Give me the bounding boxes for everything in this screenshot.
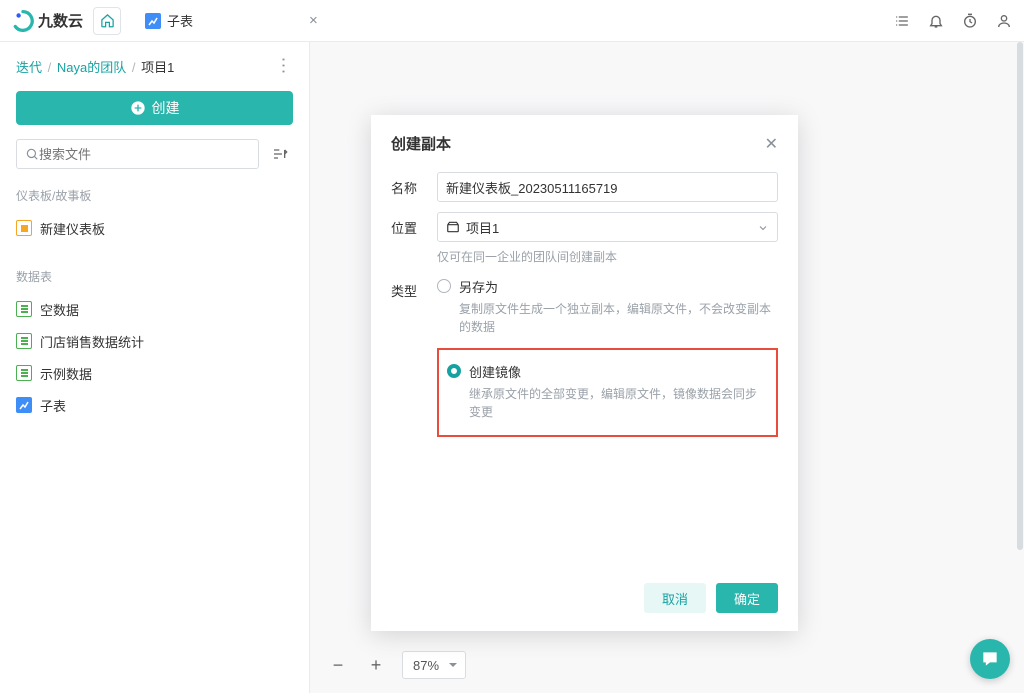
nav-item-dashboard[interactable]: 新建仪表板 — [16, 212, 293, 244]
dashboard-icon — [16, 220, 32, 236]
nav-item-table-2[interactable]: 示例数据 — [16, 357, 293, 389]
brand-text: 九数云 — [38, 10, 83, 31]
scrollbar[interactable] — [1017, 42, 1023, 693]
chart-icon — [145, 13, 161, 29]
group-tables-label: 数据表 — [16, 268, 293, 285]
ok-button[interactable]: 确定 — [716, 583, 778, 613]
option-save-as[interactable]: 另存为 复制原文件生成一个独立副本，编辑原文件，不会改变副本的数据 — [437, 275, 778, 338]
crumb-team[interactable]: Naya的团队 — [57, 60, 126, 75]
chevron-down-icon — [757, 222, 769, 234]
create-button[interactable]: 创建 — [16, 91, 293, 125]
option-mirror-highlight: 创建镜像 继承原文件的全部变更，编辑原文件，镜像数据会同步变更 — [437, 348, 778, 437]
location-help: 仅可在同一企业的团队间创建副本 — [437, 248, 778, 265]
search-input[interactable] — [39, 147, 250, 162]
nav-label: 子表 — [40, 396, 66, 415]
cancel-button[interactable]: 取消 — [644, 583, 706, 613]
name-input[interactable] — [437, 172, 778, 202]
table-icon — [16, 333, 32, 349]
location-select[interactable]: 项目1 — [437, 212, 778, 242]
breadcrumb: 迭代 / Naya的团队 / 项目1 — [16, 57, 174, 76]
tab-close-button[interactable]: × — [309, 12, 318, 29]
project-icon — [446, 220, 460, 234]
nav-label: 门店销售数据统计 — [40, 332, 144, 351]
nav-label: 示例数据 — [40, 364, 92, 383]
zoom-in-button[interactable]: + — [364, 653, 388, 677]
topbar-actions — [894, 13, 1012, 29]
group-dashboards-label: 仪表板/故事板 — [16, 187, 293, 204]
sidebar: 迭代 / Naya的团队 / 项目1 ⋯ 创建 仪表板/故事板 新建仪表板 — [0, 42, 310, 693]
zoom-select[interactable]: 87% — [402, 651, 466, 679]
brand-logo: 九数云 — [12, 10, 83, 32]
crumb-current: 项目1 — [141, 60, 174, 75]
zoom-controls: − + 87% — [326, 651, 466, 679]
chat-icon — [980, 649, 1000, 669]
search-icon — [25, 147, 39, 161]
nav-item-table-1[interactable]: 门店销售数据统计 — [16, 325, 293, 357]
create-copy-dialog: 创建副本 ✕ 名称 位置 项目1 仅可在同一企业的团队间创建副本 类型 — [371, 115, 798, 631]
chart-icon — [16, 397, 32, 413]
logo-icon — [12, 10, 34, 32]
nav-item-table-3[interactable]: 子表 — [16, 389, 293, 421]
home-icon — [100, 13, 115, 28]
sort-icon[interactable] — [267, 141, 293, 167]
zoom-value: 87% — [413, 658, 439, 673]
name-label: 名称 — [391, 172, 437, 202]
option-title: 创建镜像 — [469, 362, 768, 381]
radio-icon — [437, 279, 451, 293]
search-input-wrap[interactable] — [16, 139, 259, 169]
user-icon[interactable] — [996, 13, 1012, 29]
location-value: 项目1 — [466, 218, 499, 237]
crumb-root[interactable]: 迭代 — [16, 60, 42, 75]
tab-label: 子表 — [167, 11, 193, 30]
option-desc: 复制原文件生成一个独立副本，编辑原文件，不会改变副本的数据 — [459, 300, 778, 336]
topbar: 九数云 子表 × — [0, 0, 1024, 42]
option-create-mirror[interactable]: 创建镜像 继承原文件的全部变更，编辑原文件，镜像数据会同步变更 — [447, 360, 768, 423]
zoom-out-button[interactable]: − — [326, 653, 350, 677]
dialog-title: 创建副本 — [391, 133, 451, 154]
timer-icon[interactable] — [962, 13, 978, 29]
tab-subtable[interactable]: 子表 × — [139, 11, 324, 30]
radio-icon-selected — [447, 364, 461, 378]
bell-icon[interactable] — [928, 13, 944, 29]
table-icon — [16, 301, 32, 317]
table-icon — [16, 365, 32, 381]
home-button[interactable] — [93, 7, 121, 35]
list-icon[interactable] — [894, 13, 910, 29]
dialog-close-button[interactable]: ✕ — [765, 134, 778, 154]
nav-label: 空数据 — [40, 300, 79, 319]
help-fab[interactable] — [970, 639, 1010, 679]
nav-item-table-0[interactable]: 空数据 — [16, 293, 293, 325]
option-title: 另存为 — [459, 277, 778, 296]
nav-label: 新建仪表板 — [40, 219, 105, 238]
option-desc: 继承原文件的全部变更，编辑原文件，镜像数据会同步变更 — [469, 385, 768, 421]
create-label: 创建 — [152, 98, 180, 118]
plus-circle-icon — [130, 100, 146, 116]
type-label: 类型 — [391, 275, 437, 437]
location-label: 位置 — [391, 212, 437, 265]
more-icon[interactable]: ⋯ — [273, 57, 294, 77]
